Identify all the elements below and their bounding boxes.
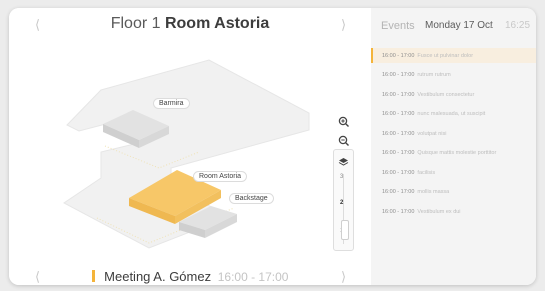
floor-label: Floor 1: [110, 15, 161, 32]
event-name: volutpat nisi: [417, 130, 447, 137]
event-name: nunc malesuada, ut suscipit: [417, 111, 486, 117]
room-label[interactable]: Backstage: [229, 193, 274, 204]
list-item[interactable]: 16:00 - 17:00 Fusce ut pulvinar dolor: [371, 48, 536, 63]
event-time: 16:00 - 17:00: [382, 208, 415, 215]
list-item[interactable]: 16:00 - 17:00 Vestibulum ex dui: [371, 204, 536, 219]
room-name: Room Astoria: [164, 15, 270, 32]
zoom-out-icon[interactable]: [337, 134, 351, 148]
events-header: Events Monday 17 Oct ⌄ 16:25: [371, 20, 536, 36]
current-meeting: Meeting A. Gómez 16:00 - 17:00: [9, 269, 371, 284]
level-2[interactable]: 2: [340, 200, 343, 206]
event-name: facilisis: [417, 169, 436, 176]
level-selector[interactable]: 3 2 1: [333, 149, 354, 251]
list-item[interactable]: 16:00 - 17:00 Vestibulum consectetur: [371, 87, 536, 102]
floor-map-panel: ⟨ ⟩ Floor 1 Room Astoria Barmira Room As…: [9, 8, 371, 285]
date-selector[interactable]: Monday 17 Oct: [425, 20, 493, 31]
list-item[interactable]: 16:00 - 17:00 Quisque mattis molestie por…: [371, 146, 536, 161]
level-slider-handle[interactable]: [341, 220, 349, 240]
meeting-accent-bar: [91, 270, 95, 282]
list-item[interactable]: 16:00 - 17:00 nunc malesuada, ut suscipit: [371, 107, 536, 122]
layers-icon: [338, 155, 349, 173]
level-3[interactable]: 3: [340, 174, 343, 180]
event-time: 16:00 - 17:00: [382, 130, 415, 137]
list-item[interactable]: 16:00 - 17:00 volutpat nisi: [371, 126, 536, 141]
event-name: Vestibulum consectetur: [417, 91, 475, 98]
event-time: 16:00 - 17:00: [382, 72, 415, 78]
event-name: Fusce ut pulvinar dolor: [417, 52, 474, 59]
floor-map: Barmira Room Astoria Backstage: [9, 38, 371, 273]
list-item[interactable]: 16:00 - 17:00 rutrum rutrum: [371, 68, 536, 83]
event-name: mollis massa: [417, 189, 450, 195]
floor-plan-drawing: [63, 59, 310, 249]
room-label[interactable]: Room Astoria: [193, 171, 248, 182]
list-item[interactable]: 16:00 - 17:00 facilisis: [371, 165, 536, 180]
event-time: 16:00 - 17:00: [382, 52, 415, 59]
room-label[interactable]: Barmira: [153, 98, 190, 109]
event-time: 16:00 - 17:00: [382, 91, 415, 98]
event-time: 16:00 - 17:00: [382, 169, 415, 176]
events-title: Events: [381, 20, 415, 32]
meeting-name: Meeting A. Gómez: [104, 269, 212, 284]
zoom-in-icon[interactable]: [337, 115, 351, 129]
event-name: Quisque mattis molestie porttitor: [417, 150, 497, 156]
chevron-down-icon[interactable]: ⌄: [487, 21, 494, 30]
event-time: 16:00 - 17:00: [382, 189, 415, 195]
event-name: rutrum rutrum: [417, 72, 451, 78]
event-name: Vestibulum ex dui: [417, 208, 461, 215]
page-title: Floor 1 Room Astoria: [9, 15, 371, 33]
event-time: 16:00 - 17:00: [382, 111, 415, 117]
events-panel: Events Monday 17 Oct ⌄ 16:25 16:00 - 17:…: [371, 8, 536, 285]
meeting-time: 16:00 - 17:00: [217, 270, 289, 284]
clock: 16:25: [505, 20, 531, 31]
list-item[interactable]: 16:00 - 17:00 mollis massa: [371, 185, 536, 200]
event-time: 16:00 - 17:00: [382, 150, 415, 156]
events-list: 16:00 - 17:00 Fusce ut pulvinar dolor 16:…: [371, 48, 536, 224]
app-frame: ⟨ ⟩ Floor 1 Room Astoria Barmira Room As…: [9, 8, 536, 285]
